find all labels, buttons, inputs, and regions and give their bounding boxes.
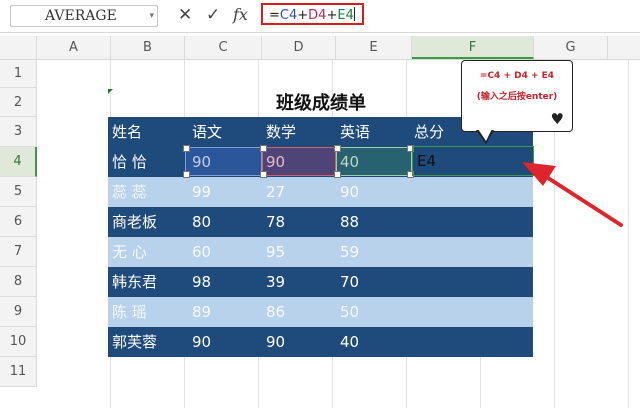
red-arrow-icon (522, 162, 623, 227)
